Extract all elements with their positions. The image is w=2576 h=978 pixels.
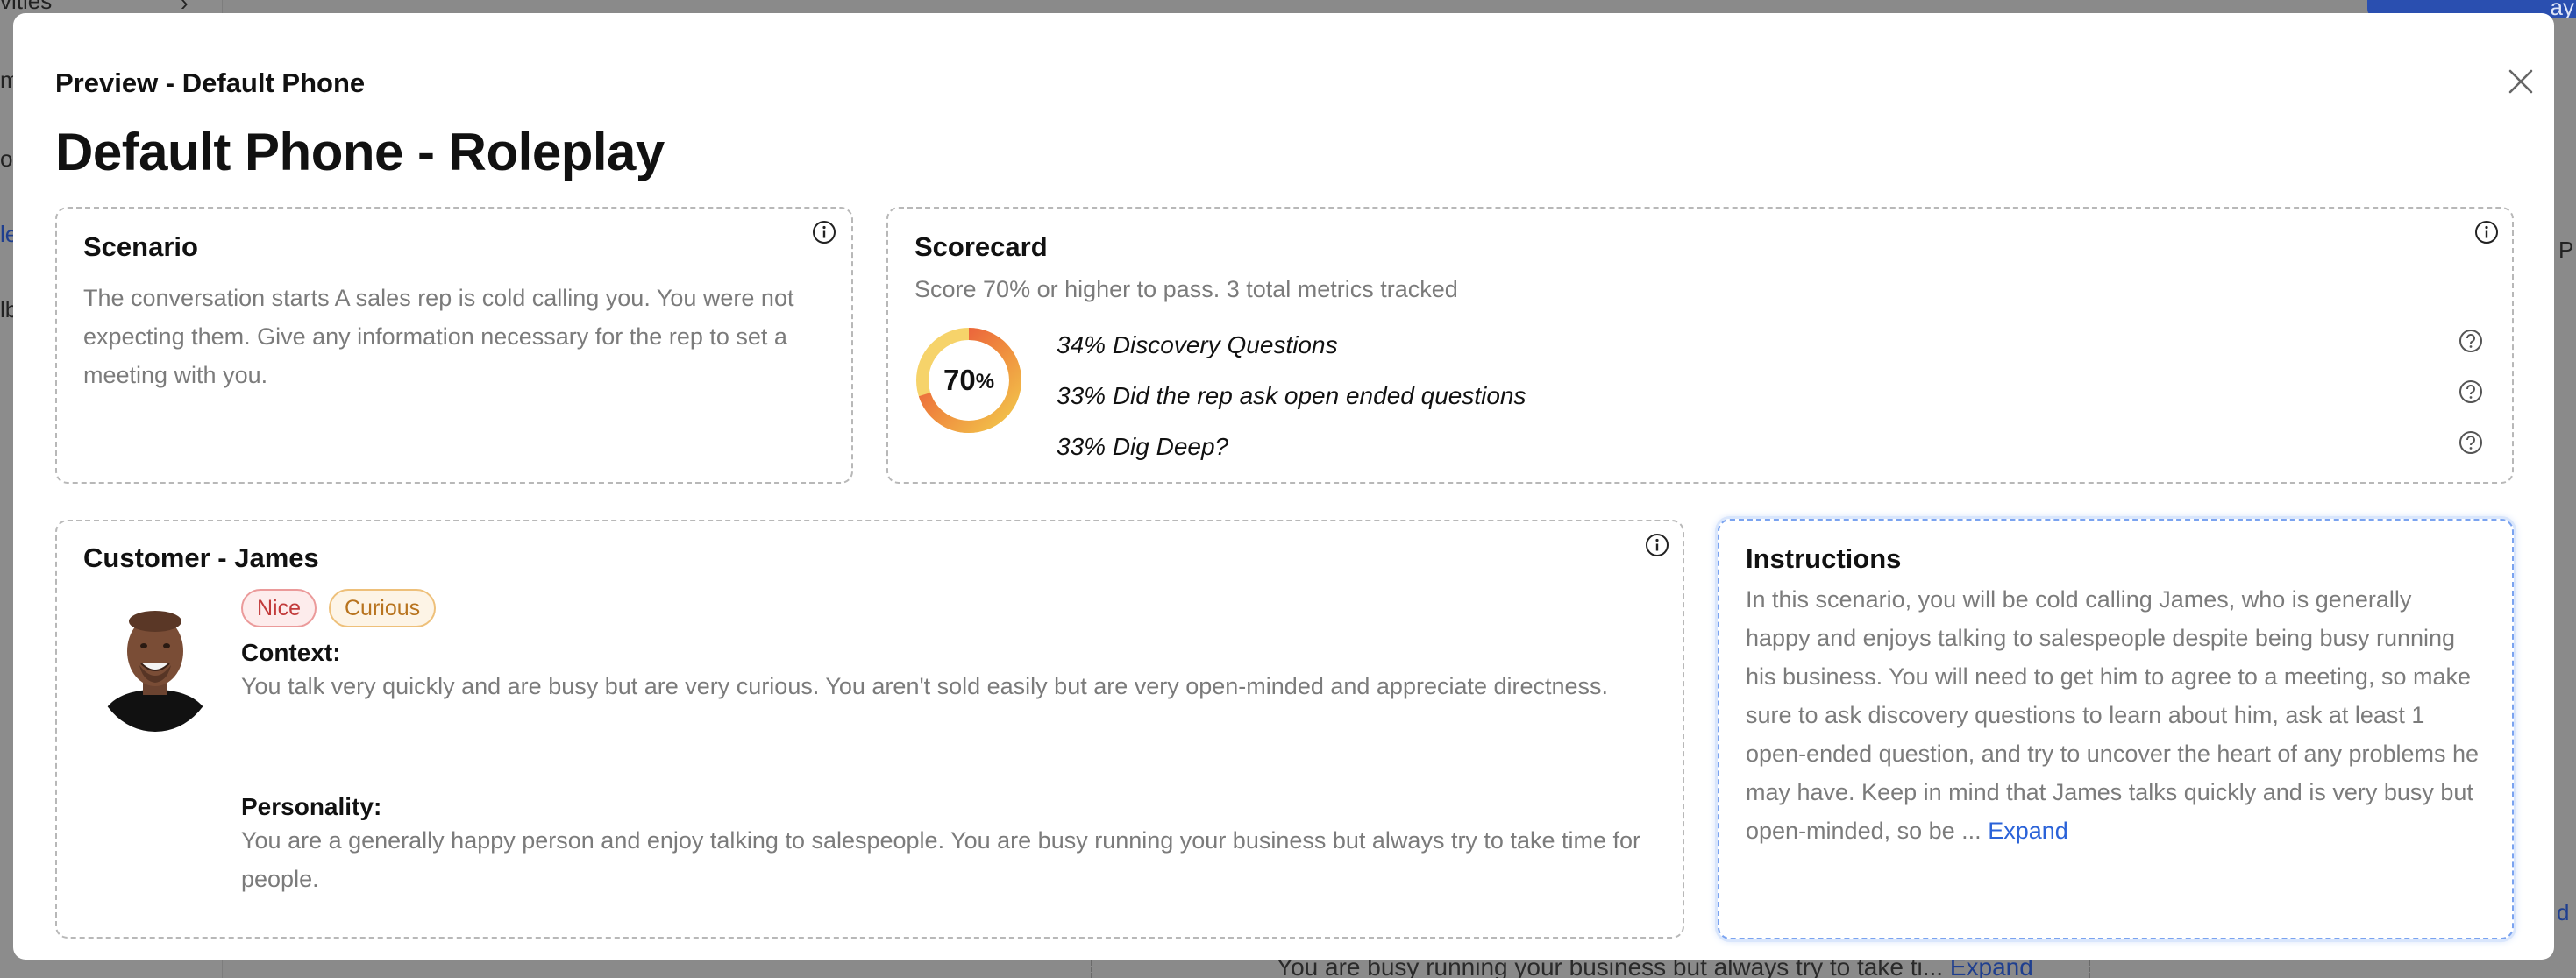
context-label: Context: [241, 639, 341, 666]
customer-title: Customer - James [83, 542, 319, 573]
info-icon[interactable] [1644, 532, 1670, 558]
scenario-title: Scenario [83, 231, 198, 262]
instructions-title: Instructions [1746, 543, 1902, 574]
scorecard-subtitle: Score 70% or higher to pass. 3 total met… [914, 276, 1458, 302]
scenario-text: The conversation starts A sales rep is c… [83, 285, 794, 388]
bg-divider [1091, 960, 1092, 978]
preview-label: Preview - Default Phone [55, 67, 366, 98]
trait-tag-curious: Curious [329, 589, 437, 627]
help-icon[interactable] [2458, 379, 2484, 405]
customer-card: Customer - James Nice Curious Context: Y… [55, 520, 1684, 939]
personality-text: You are a generally happy person and enj… [241, 827, 1641, 892]
help-icon[interactable] [2458, 429, 2484, 456]
instructions-text: In this scenario, you will be cold calli… [1746, 586, 2480, 844]
scorecard-title: Scorecard [914, 231, 1048, 262]
context-text: You talk very quickly and are busy but a… [241, 673, 1609, 699]
scorecard-card: Scorecard Score 70% or higher to pass. 3… [886, 207, 2514, 484]
pass-score-label: 70% [943, 364, 995, 396]
metric-item: 33% Dig Deep? [1057, 433, 1229, 460]
help-icon[interactable] [2458, 328, 2484, 354]
scenario-card: Scenario The conversation starts A sales… [55, 207, 853, 484]
trait-tag-nice: Nice [241, 589, 317, 627]
page-title: Default Phone - Roleplay [55, 123, 665, 181]
close-icon [2508, 69, 2533, 94]
preview-modal: Preview - Default Phone Default Phone - … [13, 13, 2554, 960]
bg-right-fragment: d [2557, 899, 2570, 925]
info-icon[interactable] [2473, 219, 2500, 245]
bg-sidebar-item: o [0, 145, 13, 172]
bg-right-fragment: P [2558, 237, 2574, 263]
customer-avatar [94, 595, 217, 732]
expand-link[interactable]: Expand [1988, 818, 2068, 844]
close-button[interactable] [2496, 57, 2545, 106]
instructions-text-block: In this scenario, you will be cold calli… [1746, 580, 2482, 850]
bg-divider [2089, 960, 2090, 978]
instructions-card[interactable]: Instructions In this scenario, you will … [1718, 519, 2514, 939]
personality-label: Personality: [241, 793, 382, 820]
metric-item: 34% Discovery Questions [1057, 331, 1338, 358]
metric-item: 33% Did the rep ask open ended questions [1057, 382, 1526, 409]
info-icon[interactable] [811, 219, 837, 245]
